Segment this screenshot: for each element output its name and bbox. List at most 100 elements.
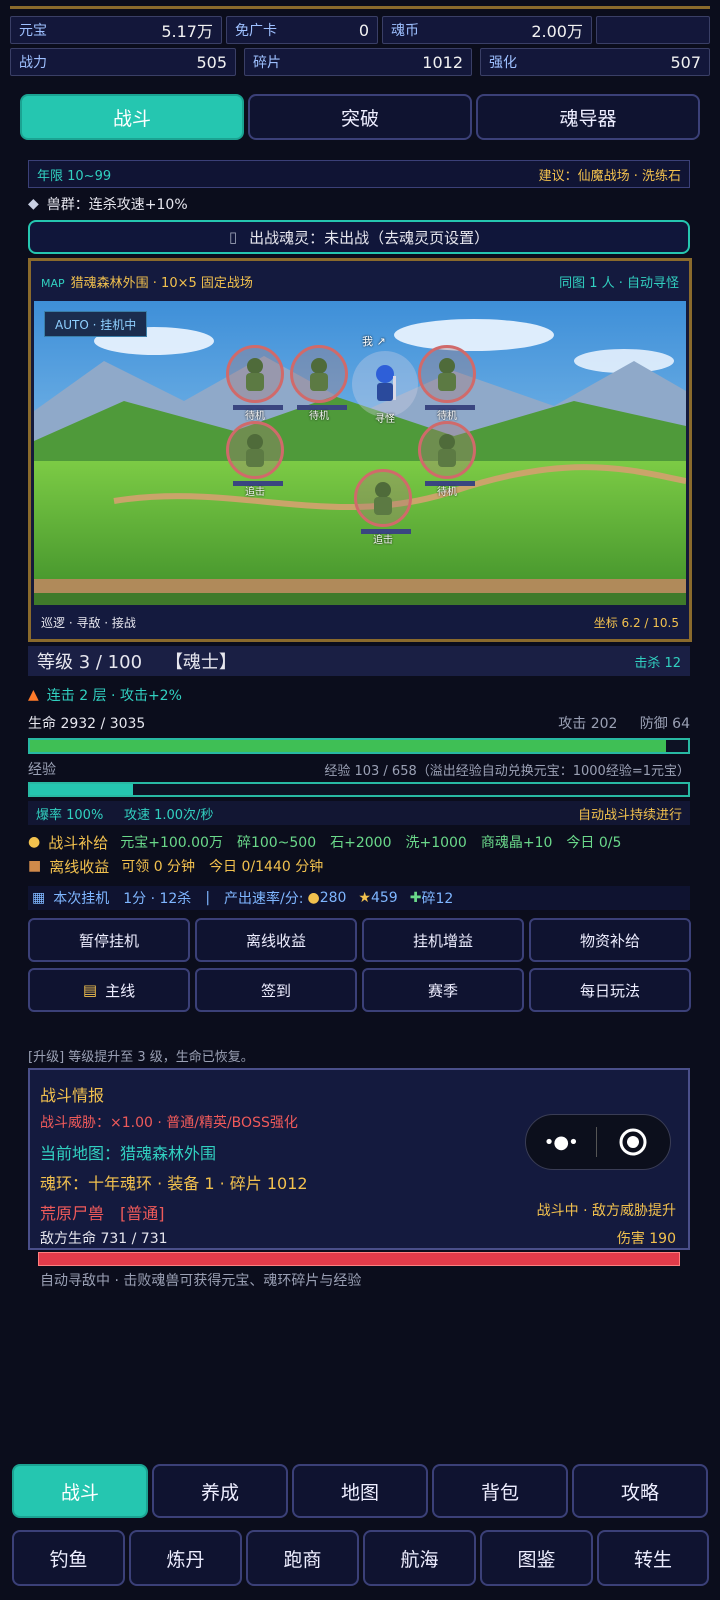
monster-4[interactable]: 追击	[226, 421, 284, 498]
battle-scene[interactable]: AUTO · 挂机中 待机 待机 待机 追击 待机 追击 我 ↗ 寻怪	[34, 301, 686, 605]
nav-bag[interactable]: 背包	[432, 1464, 568, 1518]
map-coordinates: 坐标 6.2 / 10.5	[593, 615, 679, 630]
session-separator: |	[205, 890, 211, 906]
rate-gold: 280	[319, 890, 347, 906]
combo-row: ▲ 连击 2 层 · 攻击+2%	[28, 684, 690, 706]
map-footer: 巡逻 · 寻敌 · 接战 坐标 6.2 / 10.5	[31, 605, 689, 639]
close-target-icon[interactable]	[597, 1127, 670, 1157]
exp-label: 经验	[28, 762, 56, 778]
monster-state: 追击	[245, 487, 265, 498]
session-label: 本次挂机	[53, 891, 110, 907]
tab-breakthrough[interactable]: 突破	[248, 94, 472, 140]
stat-label: 战力	[19, 55, 47, 71]
supply-button[interactable]: 物资补给	[529, 918, 691, 962]
intel-enemy-hp: 敌方生命 731 / 731	[40, 1231, 168, 1247]
intel-status: 战斗中 · 敌方威胁提升	[536, 1203, 676, 1219]
session-row: ▦ 本次挂机 1分 · 12杀 | 产出速率/分: ● 280 ★ 459 ✚ 碎12	[28, 886, 690, 910]
nav-develop[interactable]: 养成	[152, 1464, 288, 1518]
map-header: MAP 猎魂森林外围 · 10×5 固定战场 同图 1 人 · 自动寻怪	[31, 261, 689, 301]
tab-soul-device[interactable]: 魂导器	[476, 94, 700, 140]
player-hero[interactable]: 我 ↗ 寻怪	[352, 335, 418, 425]
stat-soul-coin: 魂币 2.00万	[382, 16, 592, 44]
suggestion: 建议：仙魔战场 · 洗练石	[538, 168, 681, 184]
level-bar: 等级 3 / 100 【魂士】 击杀 12	[28, 646, 690, 676]
map-right-info: 同图 1 人 · 自动寻怪	[559, 275, 679, 291]
map-status: 巡逻 · 寻敌 · 接战	[41, 615, 136, 630]
nav-map[interactable]: 地图	[292, 1464, 428, 1518]
monster-state: 待机	[309, 411, 329, 422]
soul-icon: ▯	[228, 228, 238, 246]
attack-speed: 攻速 1.00次/秒	[123, 807, 214, 823]
auto-battle-status: 自动战斗持续进行	[577, 807, 682, 823]
stat-empty	[596, 16, 710, 44]
soul-status-button[interactable]: ▯ 出战魂灵：未出战（去魂灵页设置）	[28, 220, 690, 254]
exp-bar	[28, 782, 690, 797]
me-label: 我 ↗	[362, 335, 386, 348]
daily-play-button[interactable]: 每日玩法	[529, 968, 691, 1012]
attack-value: 攻击 202	[558, 716, 618, 732]
intel-map: 当前地图：猎魂森林外围	[40, 1144, 217, 1163]
stat-enhance: 强化 507	[480, 48, 710, 76]
monster-2[interactable]: 待机	[290, 345, 348, 422]
map-title: 猎魂森林外围 · 10×5 固定战场	[70, 275, 253, 291]
enemy-hp-bar-fill	[39, 1253, 679, 1265]
beast-group-text: 兽群：连杀攻速+10%	[46, 197, 188, 213]
drop-rate: 爆率 100%	[36, 807, 104, 823]
main-quest-button[interactable]: ▤ 主线	[28, 968, 190, 1012]
season-button[interactable]: 赛季	[362, 968, 524, 1012]
offline-income-button[interactable]: 离线收益	[195, 918, 357, 962]
defense-value: 防御 64	[639, 716, 690, 732]
battle-map[interactable]: MAP 猎魂森林外围 · 10×5 固定战场 同图 1 人 · 自动寻怪 AUTO…	[28, 258, 692, 642]
gold-bag-icon: ●	[307, 890, 320, 906]
kill-count: 击杀 12	[634, 655, 681, 671]
nav-codex[interactable]: 图鉴	[480, 1530, 593, 1586]
offline-items: 可领 0 分钟 今日 0/1440 分钟	[121, 859, 324, 875]
nav-rebirth[interactable]: 转生	[597, 1530, 709, 1586]
main-quest-label: 主线	[105, 981, 136, 1000]
intel-enemy: 荒原尸兽 [普通]	[40, 1204, 165, 1223]
nav-fishing[interactable]: 钓鱼	[12, 1530, 125, 1586]
supply-row: ● 战斗补给 元宝+100.00万 碎100~500 石+2000 洗+1000…	[28, 830, 690, 854]
rate-row: 爆率 100% 攻速 1.00次/秒 自动战斗持续进行	[28, 801, 690, 825]
auto-hint-row: 自动寻敌中 · 击败魂兽可获得元宝、魂环碎片与经验	[40, 1270, 702, 1290]
hero-state: 寻怪	[375, 414, 395, 425]
rate-shard: 碎12	[421, 891, 454, 907]
nav-alchemy[interactable]: 炼丹	[129, 1530, 242, 1586]
stat-label: 魂币	[391, 23, 419, 39]
scroll-icon: ▤	[82, 981, 98, 999]
mini-program-capsule: •●•	[525, 1114, 671, 1170]
log-text: [升级] 等级提升至 3 级，生命已恢复。	[28, 1049, 254, 1065]
level-title: 【魂士】	[164, 652, 237, 673]
afk-boost-button[interactable]: 挂机增益	[362, 918, 524, 962]
map-prefix: MAP	[41, 276, 65, 290]
intel-threat: 战斗威胁：×1.00 · 普通/精英/BOSS强化	[40, 1115, 298, 1131]
monster-5[interactable]: 待机	[418, 421, 476, 498]
supply-label: 战斗补给	[48, 833, 109, 852]
nav-trading[interactable]: 跑商	[246, 1530, 359, 1586]
checkin-button[interactable]: 签到	[195, 968, 357, 1012]
stat-yuanbao: 元宝 5.17万	[10, 16, 222, 44]
stat-value: 0	[358, 20, 369, 40]
offline-row: ■ 离线收益 可领 0 分钟 今日 0/1440 分钟	[28, 854, 690, 878]
offline-label: 离线收益	[49, 857, 110, 876]
monster-6[interactable]: 追击	[354, 469, 412, 546]
beast-group-row: ◆ 兽群：连杀攻速+10%	[28, 193, 690, 215]
hp-bar	[28, 738, 690, 754]
top-divider	[10, 6, 710, 9]
nav-voyage[interactable]: 航海	[363, 1530, 476, 1586]
more-icon[interactable]: •●•	[526, 1132, 596, 1153]
wolf-icon: ◆	[28, 196, 39, 212]
monster-state: 待机	[437, 411, 457, 422]
year-range-bar: 年限 10~99 建议：仙魔战场 · 洗练石	[28, 160, 690, 188]
monster-3[interactable]: 待机	[418, 345, 476, 422]
intel-ring: 魂环：十年魂环 · 装备 1 · 碎片 1012	[40, 1174, 308, 1193]
log-row: [升级] 等级提升至 3 级，生命已恢复。	[28, 1046, 690, 1065]
nav-battle[interactable]: 战斗	[12, 1464, 148, 1518]
tab-battle[interactable]: 战斗	[20, 94, 244, 140]
nav-guide[interactable]: 攻略	[572, 1464, 708, 1518]
intel-damage: 伤害 190	[616, 1231, 676, 1247]
pause-afk-button[interactable]: 暂停挂机	[28, 918, 190, 962]
monster-1[interactable]: 待机	[226, 345, 284, 422]
level-text: 等级 3 / 100	[37, 652, 143, 673]
hp-label: 生命 2932 / 3035	[28, 716, 146, 732]
